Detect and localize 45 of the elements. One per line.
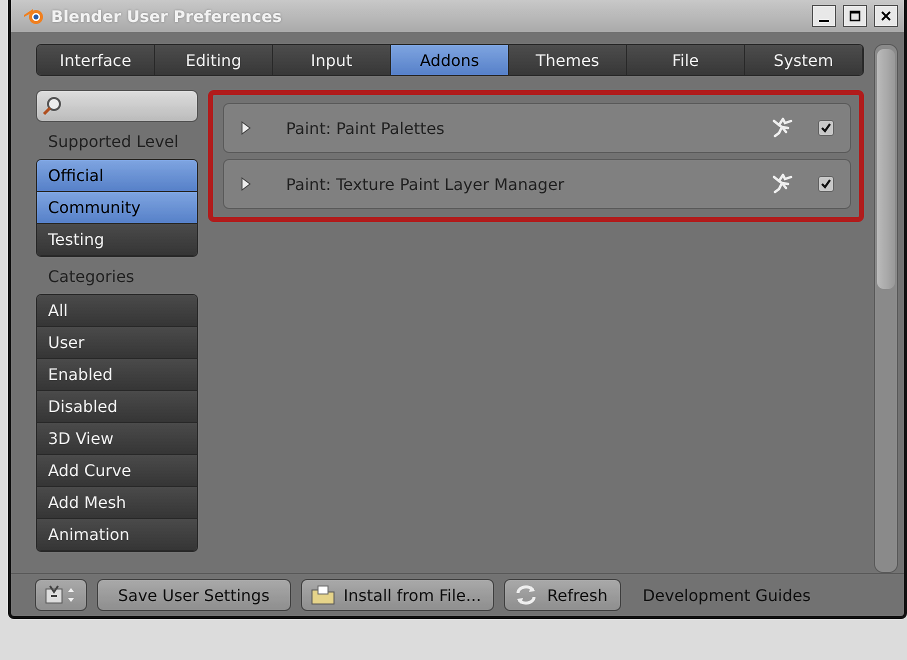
tab[interactable]: Input — [273, 45, 391, 75]
folder-icon — [310, 584, 336, 606]
addon-name: Paint: Paint Palettes — [285, 118, 446, 138]
close-button[interactable] — [874, 5, 898, 27]
tab[interactable]: File — [627, 45, 745, 75]
section-heading: Categories — [47, 266, 136, 288]
category-item[interactable]: Enabled — [37, 359, 197, 391]
tab[interactable]: Addons — [391, 45, 509, 75]
category-item[interactable]: Add Mesh — [37, 487, 197, 519]
enable-checkbox[interactable] — [818, 176, 834, 192]
development-guides-link[interactable]: Development Guides — [642, 586, 811, 604]
tab[interactable]: Interface — [37, 45, 155, 75]
blender-logo-icon — [23, 7, 45, 25]
addon-name: Paint: Texture Paint Layer Manager — [285, 174, 566, 194]
enable-checkbox[interactable] — [818, 120, 834, 136]
support-level-item[interactable]: Community — [37, 192, 197, 224]
tab[interactable]: System — [745, 45, 863, 75]
close-icon — [880, 10, 892, 22]
collapsed-triangle-icon[interactable] — [240, 121, 252, 135]
minimize-button[interactable] — [812, 5, 836, 27]
maximize-icon — [849, 10, 861, 22]
category-item[interactable]: 3D View — [37, 423, 197, 455]
window-title: Blender User Preferences — [51, 6, 283, 26]
save-button[interactable]: Save User Settings — [97, 579, 291, 611]
category-item[interactable]: Animation — [37, 519, 197, 551]
install-button[interactable]: Install from File... — [300, 579, 494, 611]
scrollbar[interactable] — [874, 44, 898, 573]
maximize-button[interactable] — [843, 5, 867, 27]
search-icon — [41, 95, 63, 117]
section-heading: Supported Level — [47, 131, 180, 153]
running-figure-icon — [770, 173, 794, 195]
preset-menu-button[interactable] — [35, 579, 87, 611]
minimize-icon — [819, 20, 829, 22]
tab[interactable]: Themes — [509, 45, 627, 75]
category-item[interactable]: Disabled — [37, 391, 197, 423]
running-figure-icon — [770, 117, 794, 139]
category-item[interactable]: All — [37, 295, 197, 327]
tab[interactable]: Editing — [155, 45, 273, 75]
search-field[interactable] — [36, 90, 198, 122]
support-level-item[interactable]: Official — [37, 160, 197, 192]
category-item[interactable]: Add Curve — [37, 455, 197, 487]
support-level-item[interactable]: Testing — [37, 224, 197, 256]
category-item[interactable]: User — [37, 327, 197, 359]
refresh-button[interactable]: Refresh — [504, 579, 621, 611]
collapsed-triangle-icon[interactable] — [240, 177, 252, 191]
